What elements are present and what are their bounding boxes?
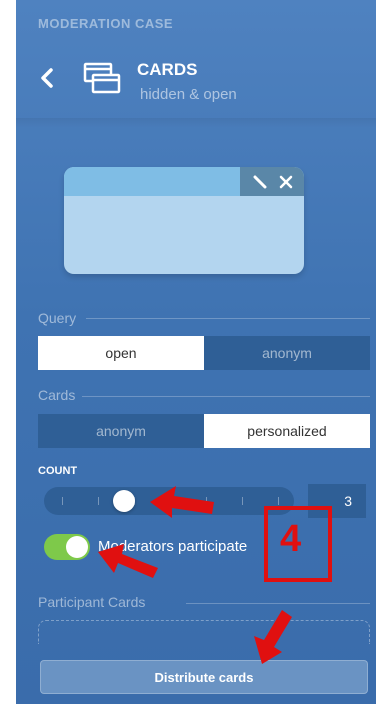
toggle-knob — [66, 536, 88, 558]
moderators-participate-label: Moderators participate — [98, 538, 248, 555]
participant-cards-dropzone — [38, 620, 370, 644]
participant-cards-divider — [186, 603, 370, 604]
card-preview[interactable] — [64, 167, 304, 274]
count-slider[interactable] — [44, 487, 294, 515]
query-toggle: open anonym — [38, 336, 370, 370]
query-option-anonym[interactable]: anonym — [204, 336, 370, 370]
moderation-panel: MODERATION CASE CARDS hidden & open Quer… — [16, 0, 376, 704]
count-slider-thumb[interactable] — [112, 490, 135, 512]
back-arrow-icon[interactable] — [36, 66, 58, 90]
slider-tick — [278, 497, 279, 505]
query-label: Query — [38, 310, 77, 326]
slider-tick — [206, 497, 207, 505]
edit-icon[interactable] — [252, 174, 268, 190]
cards-label: Cards — [38, 387, 76, 403]
header-divider — [16, 118, 376, 128]
annotation-number: 4 — [280, 518, 302, 560]
cards-divider — [82, 396, 370, 397]
mode-subtitle: hidden & open — [140, 86, 237, 103]
card-tools — [240, 167, 304, 196]
count-label: COUNT — [38, 465, 78, 477]
mode-title: CARDS — [137, 60, 198, 79]
query-option-open[interactable]: open — [38, 336, 204, 370]
case-title: MODERATION CASE — [38, 16, 174, 31]
cards-option-personalized[interactable]: personalized — [204, 414, 370, 448]
close-icon[interactable] — [279, 175, 293, 189]
moderators-participate-toggle[interactable] — [44, 534, 90, 560]
slider-tick — [62, 497, 63, 505]
slider-tick — [98, 497, 99, 505]
cards-toggle: anonym personalized — [38, 414, 370, 448]
slider-tick — [242, 497, 243, 505]
query-divider — [86, 318, 370, 319]
cards-icon — [83, 62, 121, 94]
slider-tick — [170, 497, 171, 505]
cards-option-anonym[interactable]: anonym — [38, 414, 204, 448]
participant-cards-label: Participant Cards — [38, 594, 146, 610]
distribute-cards-button[interactable]: Distribute cards — [40, 660, 368, 694]
